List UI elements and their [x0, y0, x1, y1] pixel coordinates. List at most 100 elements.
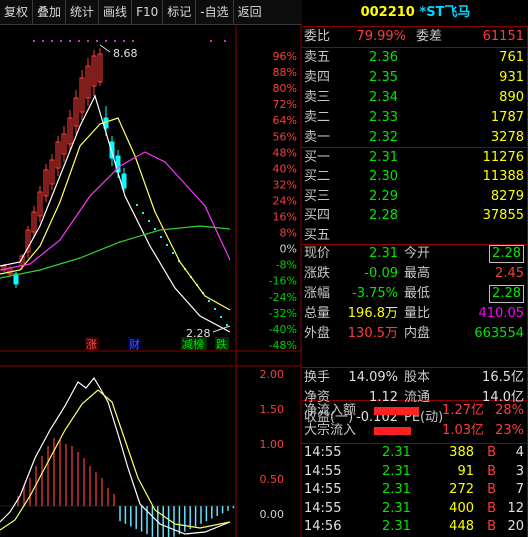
marker-jianbang[interactable]: 减榜: [182, 337, 204, 351]
quote-row: 现价 2.31 今开 2.28: [304, 244, 526, 264]
quote-label-2: 今开: [404, 246, 431, 261]
percent-tick: 80%: [273, 82, 297, 95]
ask-volume: 3278: [490, 130, 524, 145]
bid-row: 买二 2.30 11388: [304, 167, 526, 187]
macd-tick: 1.50: [260, 403, 285, 416]
signal-dots: [33, 40, 226, 42]
percent-tick: 8%: [280, 227, 297, 240]
quote-label: 涨幅: [304, 286, 331, 301]
bid-price: 2.30: [369, 169, 398, 185]
ask-volume: 890: [499, 90, 524, 105]
ask-label: 卖五: [304, 50, 331, 65]
macd-tick: 0.00: [260, 508, 285, 521]
ask-price: 2.33: [369, 110, 398, 125]
percent-tick: 0%: [280, 243, 297, 256]
quote-row: 涨跌 -0.09 最高 2.45: [304, 264, 526, 284]
bid-price: 2.29: [369, 188, 398, 204]
toolbar-f10-button[interactable]: F10: [132, 0, 164, 25]
bid-row: 买四 2.28 37855: [304, 206, 526, 226]
candle-body: [121, 173, 127, 189]
toolbar-stats-button[interactable]: 统计: [66, 0, 100, 25]
trade-count: 4: [515, 445, 524, 460]
marker-cai[interactable]: 财: [129, 337, 140, 351]
toolbar-mark-button[interactable]: 标记: [163, 0, 197, 25]
ask-price: 2.35: [369, 70, 398, 85]
candle-small: [226, 324, 228, 326]
trade-price: 2.31: [382, 463, 411, 479]
ask-volume: 931: [499, 70, 524, 85]
candle-small: [142, 212, 144, 214]
signal-dot: [132, 40, 134, 42]
candle-small: [154, 228, 156, 230]
candle-small: [208, 300, 210, 302]
percent-tick: -32%: [269, 307, 297, 320]
toolbar-overlay-button[interactable]: 叠加: [33, 0, 67, 25]
candle-small: [220, 316, 222, 318]
trade-row: 14:55 2.31 388 B 4: [304, 444, 526, 462]
flow-row: 净流入额 1.27亿 28%: [304, 401, 526, 421]
signal-dot: [69, 40, 71, 42]
signal-dot: [78, 40, 80, 42]
toolbar: 复权 叠加 统计 画线 F10 标记 -自选 返回: [0, 0, 302, 25]
ask-price: 2.34: [369, 90, 398, 105]
toolbar-watchlist-button[interactable]: -自选: [196, 0, 234, 25]
quote-value: -0.09: [364, 266, 398, 281]
quote-row: 外盘 130.5万 内盘 663554: [304, 324, 526, 344]
ask-volume: 1787: [490, 110, 524, 125]
marker-zhang[interactable]: 涨: [86, 338, 97, 351]
signal-dot: [224, 40, 226, 42]
flow-bar: [374, 407, 419, 415]
quote-row: 涨幅 -3.75% 最低 2.28: [304, 284, 526, 304]
fund-label-2: 股本: [404, 370, 431, 385]
flow-row: 大宗流入 1.03亿 23%: [304, 421, 526, 441]
trade-vol: 91: [457, 463, 474, 479]
flow-label: 大宗流入: [304, 423, 357, 438]
percent-tick: 88%: [273, 66, 297, 79]
quote-label-2: 最高: [404, 266, 431, 281]
quote-value: 130.5万: [347, 326, 398, 341]
bid-label: 买一: [304, 150, 331, 165]
bid-volume: 37855: [482, 208, 524, 224]
ask-row: 卖四 2.35 931: [304, 68, 526, 88]
signal-dot: [114, 40, 116, 42]
ask-row: 卖二 2.33 1787: [304, 108, 526, 128]
quote-value: -3.75%: [352, 286, 398, 301]
percent-tick: 40%: [273, 162, 297, 175]
toolbar-fuquan-button[interactable]: 复权: [0, 0, 34, 25]
bid-row: 买一 2.31 11276: [304, 148, 526, 168]
ask-price: 2.36: [369, 50, 398, 65]
signal-dot: [96, 40, 98, 42]
trade-side: B: [487, 482, 496, 497]
fund-label: 换手: [304, 370, 331, 385]
candle-small: [148, 220, 150, 222]
trade-price: 2.31: [382, 500, 411, 516]
quote-label: 总量: [304, 306, 331, 321]
quote-row: 总量 196.8万 量比 410.05: [304, 304, 526, 324]
quote-value-2: 2.28: [489, 245, 524, 263]
signal-dot: [123, 40, 125, 42]
toolbar-back-button[interactable]: 返回: [234, 0, 266, 25]
trade-price: 2.31: [382, 482, 411, 497]
trade-time: 14:55: [304, 500, 342, 516]
trade-vol: 400: [449, 500, 474, 516]
candle-small: [136, 204, 138, 206]
signal-dot: [51, 40, 53, 42]
percent-tick: 72%: [273, 98, 297, 111]
macd-tick: 2.00: [260, 368, 285, 381]
bid-volume: 8279: [490, 188, 524, 204]
trade-time: 14:55: [304, 463, 342, 479]
percent-tick: 64%: [273, 114, 297, 127]
percent-tick: -40%: [269, 323, 297, 336]
macd-histogram: [0, 438, 236, 537]
toolbar-draw-button[interactable]: 画线: [99, 0, 133, 25]
signal-dot: [87, 40, 89, 42]
trade-vol: 448: [449, 519, 474, 534]
ask-label: 卖三: [304, 90, 331, 105]
bid-volume: 11388: [482, 169, 524, 185]
trade-price: 2.31: [382, 519, 411, 534]
marker-die[interactable]: 跌: [216, 337, 227, 351]
percent-tick: -24%: [269, 291, 297, 304]
percent-tick: -48%: [269, 339, 297, 352]
candle-small: [172, 252, 174, 254]
kline-chart[interactable]: 8.68 2.28 96%88%80%72%64%56%48%40%32%24%…: [0, 26, 302, 537]
